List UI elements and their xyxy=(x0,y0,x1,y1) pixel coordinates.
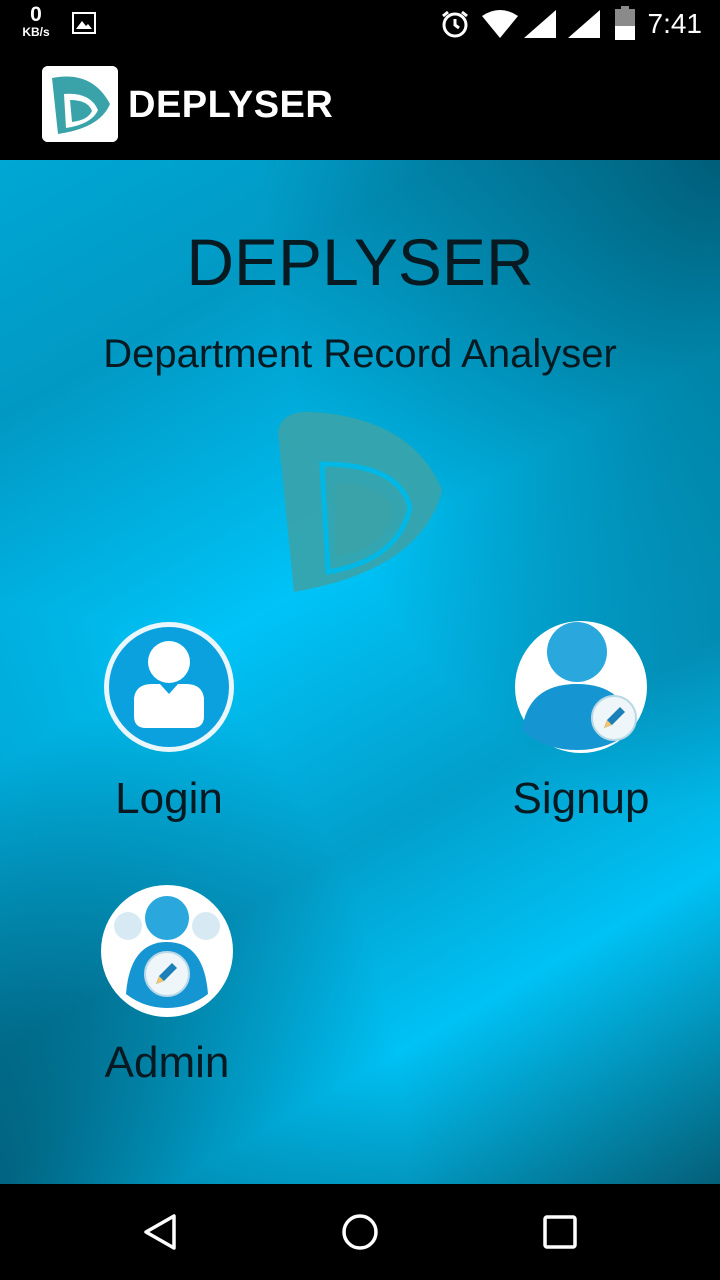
main-content: DEPLYSER Department Record Analyser Logi… xyxy=(0,160,720,1184)
signup-label: Signup xyxy=(512,774,650,823)
login-label: Login xyxy=(115,774,223,823)
login-button[interactable]: Login xyxy=(96,620,242,824)
navigation-bar xyxy=(0,1184,720,1280)
signal-icon xyxy=(524,10,556,38)
signup-button[interactable]: Signup xyxy=(506,620,656,824)
battery-icon xyxy=(615,6,635,40)
app-bar: DEPLYSER xyxy=(0,48,720,160)
network-speed-value: 0 xyxy=(30,3,42,26)
wifi-icon xyxy=(482,10,518,38)
deplyser-logo-icon xyxy=(42,66,118,142)
clock: 7:41 xyxy=(647,8,703,39)
admin-button[interactable]: Admin xyxy=(92,884,242,1088)
alarm-icon xyxy=(442,10,468,38)
deplyser-watermark-logo-icon xyxy=(278,411,442,592)
recents-icon[interactable] xyxy=(540,1212,580,1252)
signal-icon xyxy=(568,10,600,38)
admin-label: Admin xyxy=(104,1038,230,1087)
status-bar: 0 KB/s 7:41 xyxy=(0,0,720,48)
app-title: DEPLYSER xyxy=(128,84,334,126)
back-icon[interactable] xyxy=(140,1212,180,1252)
home-icon[interactable] xyxy=(340,1212,380,1252)
hero-subtitle: Department Record Analyser xyxy=(103,332,617,376)
user-icon xyxy=(102,620,236,754)
hero-title: DEPLYSER xyxy=(186,225,534,299)
user-edit-icon xyxy=(514,620,648,754)
network-speed-unit: KB/s xyxy=(22,25,50,39)
network-speed-indicator: 0 KB/s xyxy=(16,4,56,38)
admin-edit-icon xyxy=(100,884,234,1018)
image-icon xyxy=(72,12,96,34)
